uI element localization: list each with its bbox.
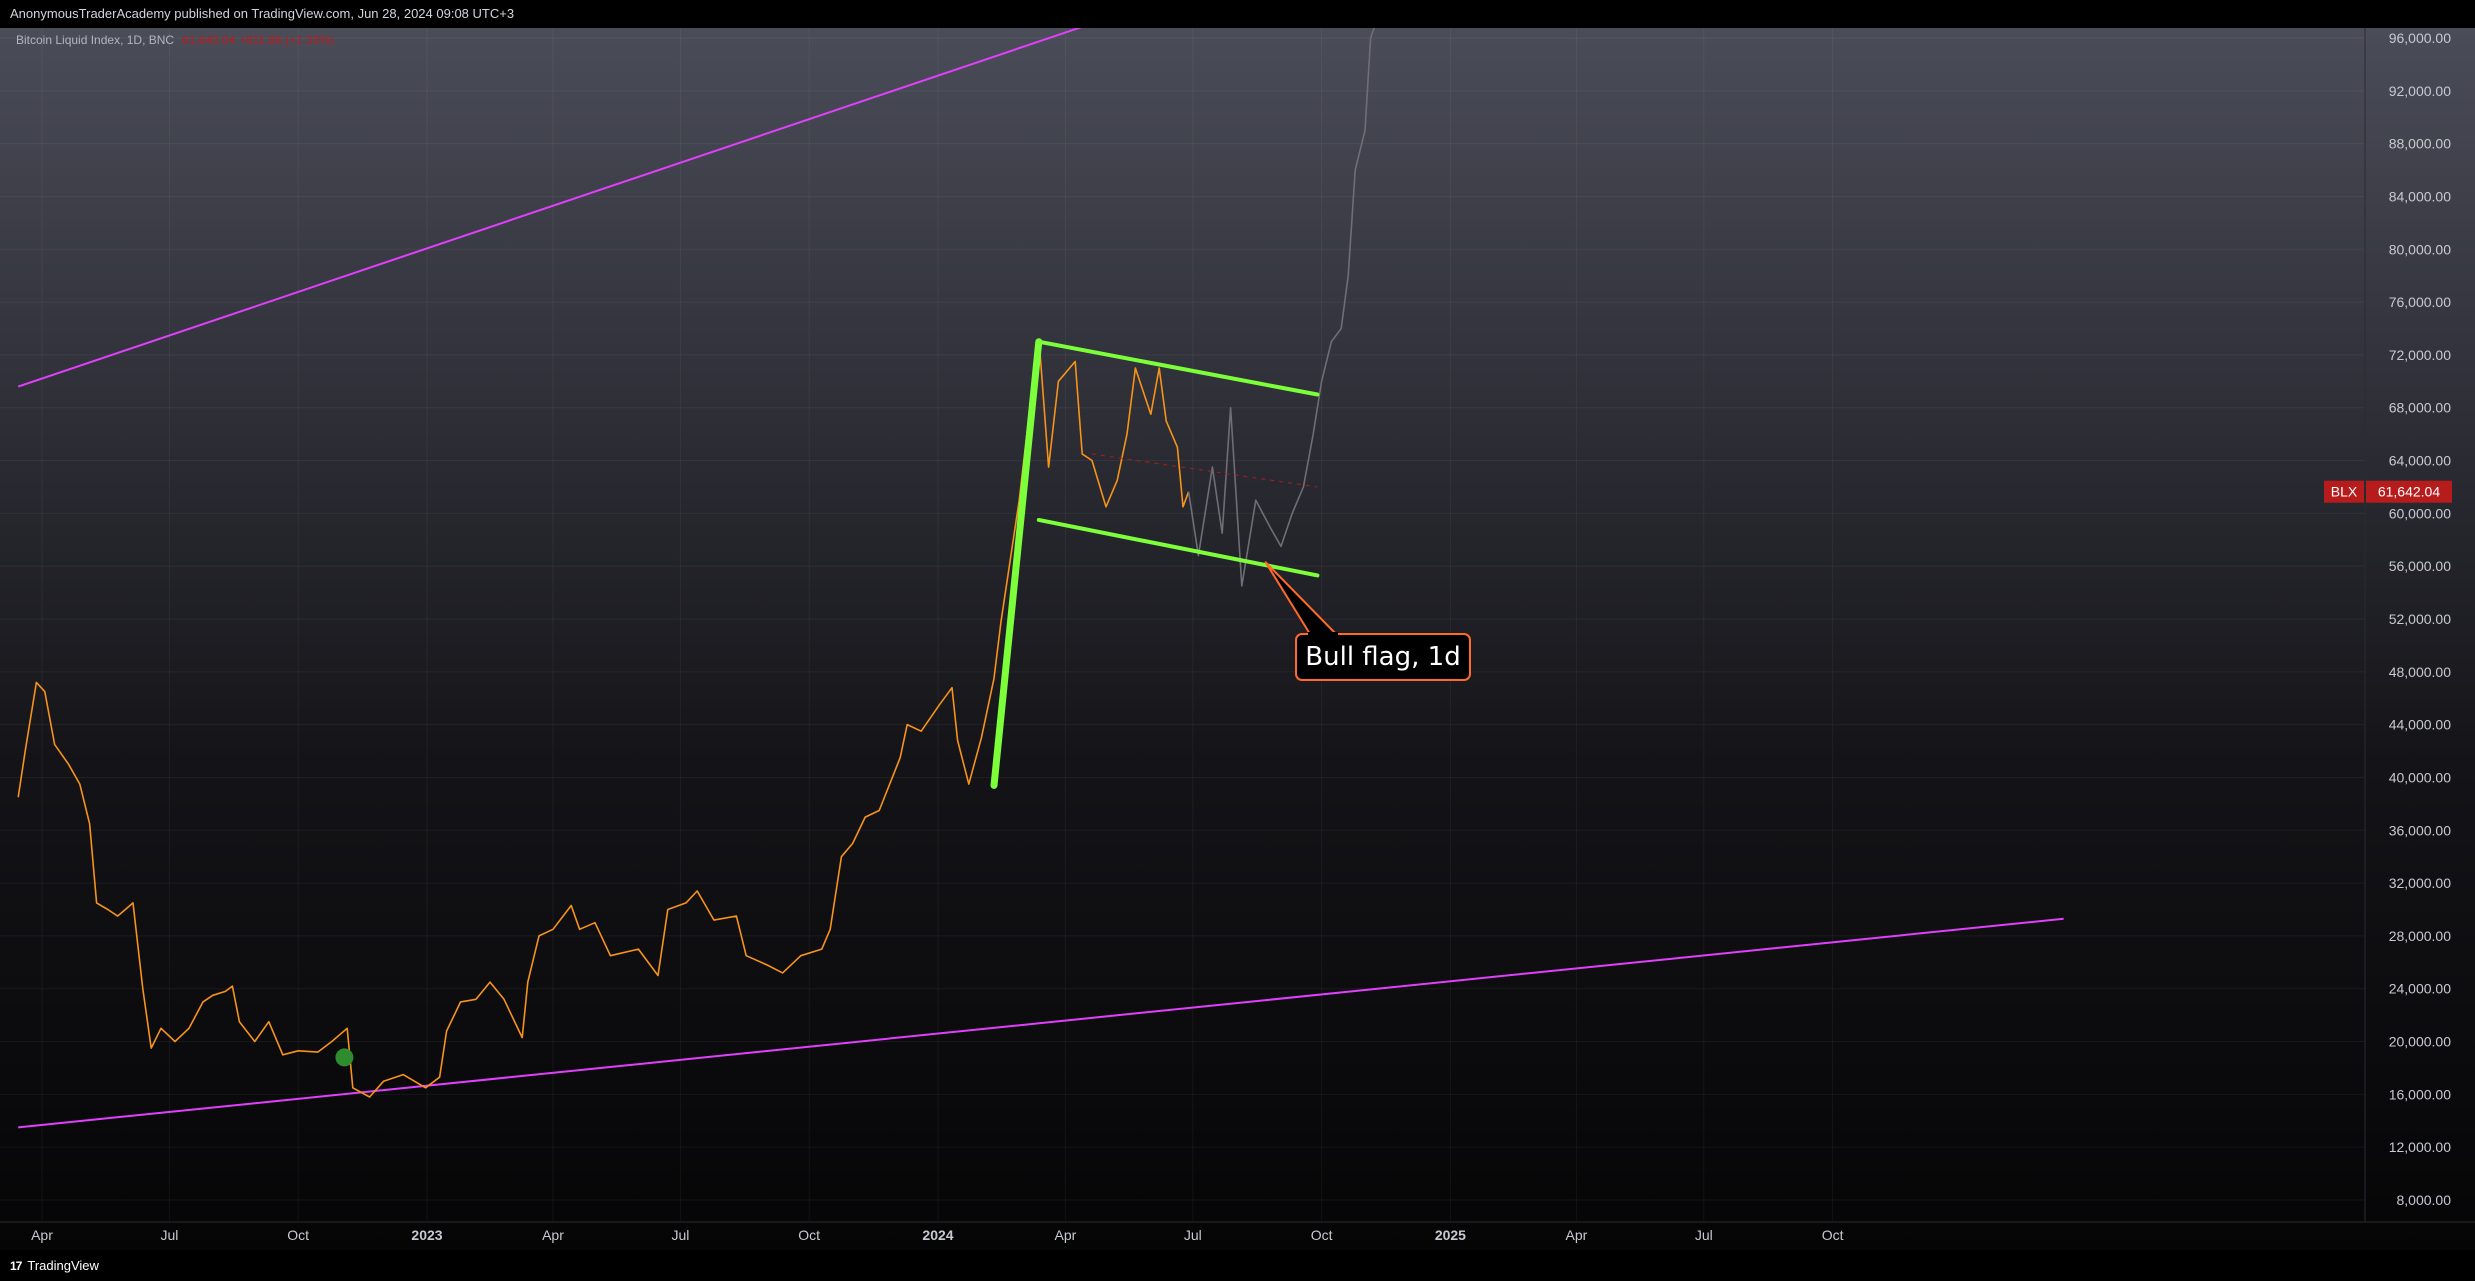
y-tick-label: 60,000.00 [2389, 505, 2451, 521]
x-tick-label: Oct [287, 1227, 309, 1243]
badge-value: 61,642.04 [2378, 484, 2440, 500]
x-tick-label: 2025 [1435, 1227, 1466, 1243]
y-tick-label: 72,000.00 [2389, 347, 2451, 363]
callout-join [1308, 632, 1338, 637]
y-tick-label: 84,000.00 [2389, 188, 2451, 204]
badge-symbol: BLX [2331, 484, 2358, 500]
x-tick-label: Jul [1184, 1227, 1202, 1243]
y-tick-label: 8,000.00 [2397, 1192, 2452, 1208]
callout-text: Bull flag, 1d [1305, 642, 1460, 672]
x-tick-label: Jul [160, 1227, 178, 1243]
plot-background [0, 28, 2475, 1250]
y-tick-label: 48,000.00 [2389, 664, 2451, 680]
price-chart[interactable]: 96,000.00 92,000.00 88,000.00 84,000.00 80,0… [0, 0, 2475, 1281]
price-badge: BLX 61,642.04 [2324, 480, 2452, 503]
y-tick-label: 92,000.00 [2389, 83, 2451, 99]
y-tick-label: 40,000.00 [2389, 769, 2451, 785]
y-tick-label: 36,000.00 [2389, 822, 2451, 838]
y-tick-label: 64,000.00 [2389, 453, 2451, 469]
x-tick-label: 2024 [922, 1227, 953, 1243]
x-tick-label: Jul [671, 1227, 689, 1243]
x-tick-label: Oct [798, 1227, 820, 1243]
x-tick-label: Apr [1055, 1227, 1077, 1243]
y-tick-label: 68,000.00 [2389, 400, 2451, 416]
tradingview-brand: TradingView [27, 1258, 99, 1273]
y-tick-label: 16,000.00 [2389, 1086, 2451, 1102]
y-tick-label: 24,000.00 [2389, 981, 2451, 997]
x-tick-label: Apr [542, 1227, 564, 1243]
x-tick-label: Oct [1822, 1227, 1844, 1243]
y-tick-label: 28,000.00 [2389, 928, 2451, 944]
y-tick-label: 80,000.00 [2389, 241, 2451, 257]
x-tick-label: Oct [1311, 1227, 1333, 1243]
x-tick-label: Apr [1566, 1227, 1588, 1243]
footer: 17 TradingView [0, 1250, 2475, 1281]
legend-values: 61,642.04 +811.86 (+1.33%) [182, 33, 334, 47]
tradingview-logo-icon: 17 [10, 1258, 22, 1273]
x-tick-label: Jul [1695, 1227, 1713, 1243]
y-tick-label: 56,000.00 [2389, 558, 2451, 574]
tradingview-logo[interactable]: 17 TradingView [10, 1258, 99, 1273]
y-tick-label: 96,000.00 [2389, 30, 2451, 46]
x-tick-label: 2023 [411, 1227, 442, 1243]
y-tick-label: 52,000.00 [2389, 611, 2451, 627]
signal-marker [335, 1048, 354, 1067]
x-tick-label: Apr [31, 1227, 53, 1243]
symbol-title: Bitcoin Liquid Index, 1D, BNC [16, 33, 174, 47]
y-tick-label: 20,000.00 [2389, 1034, 2451, 1050]
y-tick-label: 76,000.00 [2389, 294, 2451, 310]
y-tick-label: 32,000.00 [2389, 875, 2451, 891]
y-tick-label: 88,000.00 [2389, 136, 2451, 152]
time-axis[interactable]: Apr Jul Oct 2023 Apr Jul Oct 2024 Apr Jul Oct 2025 A… [31, 1227, 1843, 1243]
y-tick-label: 44,000.00 [2389, 717, 2451, 733]
y-tick-label: 12,000.00 [2389, 1139, 2451, 1155]
